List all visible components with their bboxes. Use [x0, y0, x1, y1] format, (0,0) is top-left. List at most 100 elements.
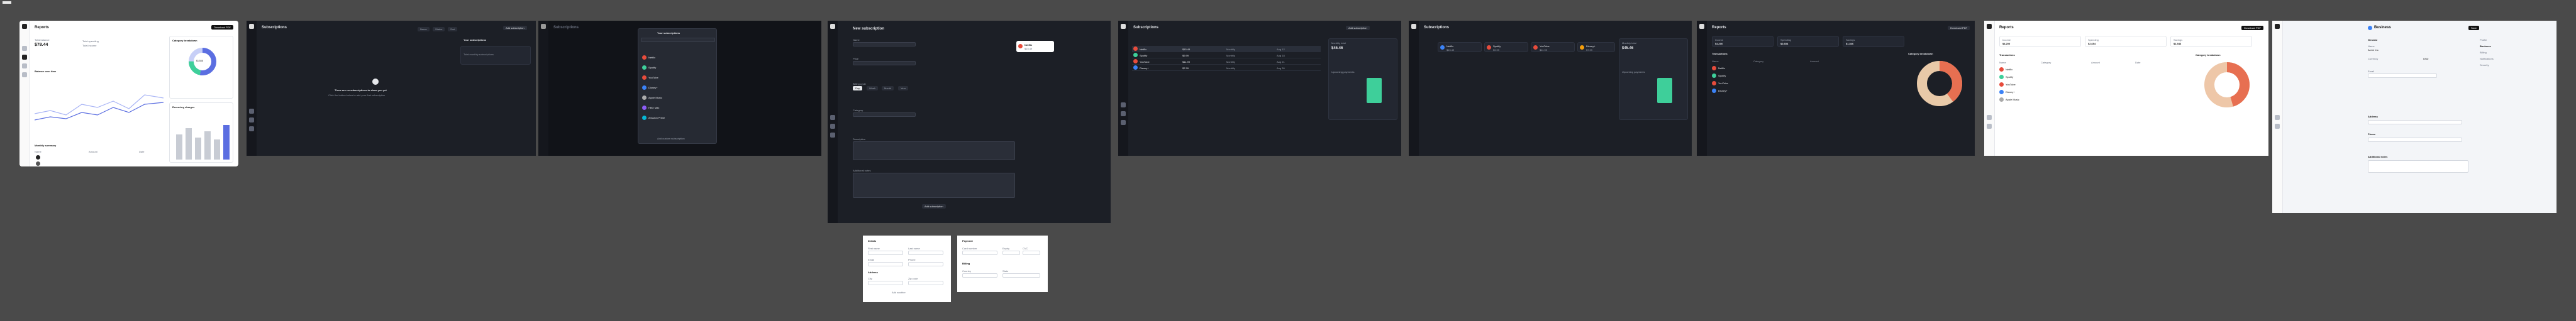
category-select[interactable] — [853, 112, 916, 117]
filter-name[interactable]: Name — [418, 27, 430, 31]
expiry-field[interactable] — [1002, 251, 1020, 255]
stat-label: Savings — [2174, 38, 2183, 41]
add-subscription-button[interactable]: Add subscription — [503, 26, 527, 30]
country-label: Country — [962, 269, 972, 273]
empty-state-icon — [372, 79, 379, 85]
item-apple[interactable]: Apple Music — [648, 96, 662, 99]
first-name-field[interactable] — [868, 251, 903, 255]
download-button[interactable]: Download PDF — [1948, 26, 1970, 30]
phone-field[interactable] — [908, 262, 943, 266]
report-icon[interactable] — [22, 55, 27, 60]
item-spotify[interactable]: Spotify — [648, 66, 656, 69]
new-subscription-screen: New subscription Name Price Billing cycl… — [828, 21, 1111, 223]
city-field[interactable] — [868, 281, 903, 285]
settings-icon[interactable] — [830, 133, 835, 138]
download-button[interactable]: Download PDF — [211, 25, 233, 30]
menu-notifications[interactable]: Notifications — [2480, 57, 2494, 60]
table-row[interactable]: Netflix $15.49 Monthly Aug 12 — [1132, 46, 1321, 52]
sidebar — [828, 21, 838, 223]
currency-value[interactable]: USD — [2423, 57, 2428, 60]
item-youtube[interactable]: YouTube — [648, 76, 658, 79]
menu-profile[interactable]: Profile — [2480, 38, 2487, 41]
header-name: Name — [1712, 60, 1719, 63]
subscription-card[interactable]: Spotify $9.99 — [1484, 42, 1528, 52]
table-row[interactable]: Spotify $9.99 Monthly Aug 18 — [1132, 52, 1321, 58]
cycle-month[interactable]: Month — [882, 86, 894, 90]
home-icon[interactable] — [830, 115, 835, 120]
payment-form: Payment Card number Expiry CVC Billing C… — [957, 236, 1048, 292]
country-select[interactable] — [962, 273, 997, 278]
item-hbo[interactable]: HBO Max — [648, 106, 659, 109]
settings-icon[interactable] — [1121, 120, 1126, 125]
table-row[interactable]: Disney+ $7.99 Monthly Aug 30 — [1132, 65, 1321, 71]
cycle-week[interactable]: Week — [867, 86, 879, 90]
subscription-card[interactable]: YouTube $11.99 — [1531, 42, 1575, 52]
card-icon[interactable] — [22, 63, 27, 68]
name-input[interactable] — [853, 42, 916, 46]
item-amazon[interactable]: Amazon Prime — [648, 116, 665, 119]
modal-footer-link[interactable]: Add custom subscription — [657, 137, 685, 140]
card-icon[interactable] — [2275, 124, 2280, 129]
filter-status[interactable]: Status — [433, 27, 445, 31]
home-icon[interactable] — [2275, 115, 2280, 120]
menu-business[interactable]: Business — [2480, 45, 2491, 48]
email-field[interactable] — [868, 262, 903, 266]
menu-security[interactable]: Security — [2480, 63, 2489, 67]
home-icon[interactable] — [22, 46, 27, 51]
save-button[interactable]: Save — [2468, 26, 2480, 30]
cvc-field[interactable] — [1023, 251, 1040, 255]
name-value[interactable]: Acme Inc. — [2368, 48, 2379, 52]
filter-sort[interactable]: Sort — [448, 27, 458, 31]
cycle-day[interactable]: Day — [853, 86, 863, 90]
row-name: Disney+ — [1718, 89, 1728, 92]
category-donut — [1917, 61, 1962, 106]
phone-field[interactable] — [2368, 138, 2462, 142]
add-subscription-button[interactable]: Add subscription — [1346, 26, 1370, 30]
card-icon[interactable] — [1987, 124, 1992, 129]
state-select[interactable] — [1002, 273, 1040, 278]
card-price: $11.99 — [1540, 48, 1547, 52]
menu-billing[interactable]: Billing — [2480, 51, 2487, 54]
home-icon[interactable] — [1987, 115, 1992, 120]
subscription-card[interactable]: Disney+ $7.99 — [1577, 42, 1615, 52]
home-icon[interactable] — [1121, 102, 1126, 107]
reports-light-screen: Reports Download PDF Total balance $78.4… — [19, 21, 238, 166]
card-icon[interactable] — [1121, 111, 1126, 116]
address-field[interactable] — [2368, 120, 2462, 124]
sidebar — [247, 21, 257, 156]
row-cycle: Monthly — [1226, 54, 1236, 57]
stat-value: $1,546 — [2174, 42, 2182, 45]
add-another-link[interactable]: Add another — [892, 291, 906, 294]
card-number-field[interactable] — [962, 251, 997, 255]
cycle-year[interactable]: Year — [898, 86, 909, 90]
settings-icon[interactable] — [249, 126, 254, 131]
settings-icon[interactable] — [22, 72, 27, 77]
home-icon[interactable] — [249, 109, 254, 114]
zip-field[interactable] — [908, 281, 943, 285]
card-price: $7.99 — [1586, 48, 1593, 52]
submit-button[interactable]: Add subscription — [922, 204, 946, 209]
card-icon[interactable] — [830, 124, 835, 129]
card-icon[interactable] — [249, 117, 254, 122]
modal-search-input[interactable] — [641, 38, 715, 42]
item-netflix[interactable]: Netflix — [648, 56, 655, 59]
row-name: YouTube — [1718, 82, 1728, 85]
notes-input[interactable] — [853, 173, 1015, 198]
price-input[interactable] — [853, 61, 916, 65]
form-title: Payment — [962, 239, 973, 242]
row-logo — [1133, 65, 1138, 70]
item-disney[interactable]: Disney+ — [648, 86, 658, 89]
table-row[interactable]: YouTube $11.99 Monthly Aug 21 — [1132, 58, 1321, 65]
download-button[interactable]: Download PDF — [2241, 26, 2263, 30]
table-header-amount: Amount — [89, 150, 97, 153]
row-avatar — [36, 155, 40, 160]
subscription-card[interactable]: Netflix $15.49 — [1438, 42, 1482, 52]
preview-toast: Netflix $15.49 — [1016, 41, 1054, 52]
side-panel: Total monthly subscriptions — [460, 46, 531, 65]
notes-field[interactable] — [2368, 160, 2468, 173]
email-field[interactable] — [2368, 73, 2437, 78]
row-name: Netflix — [1718, 67, 1726, 70]
description-input[interactable] — [853, 141, 1015, 160]
last-name-field[interactable] — [908, 251, 943, 255]
phone-label: Phone — [2368, 133, 2376, 136]
